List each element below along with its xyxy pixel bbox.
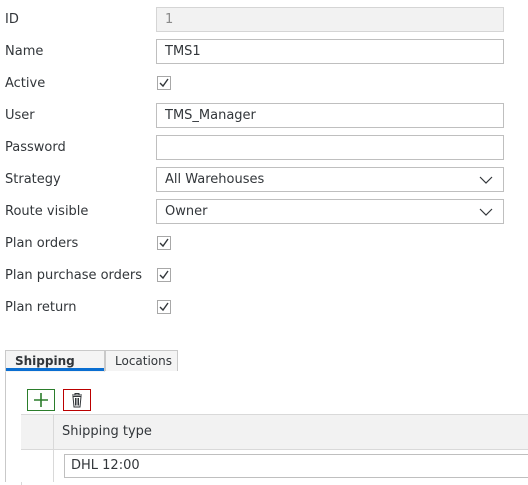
id-field: 1 <box>156 7 504 32</box>
name-row: Name TMS1 <box>0 38 528 66</box>
tab-bar: Shipping type Locations <box>5 350 528 388</box>
plan-orders-checkbox[interactable] <box>157 236 171 250</box>
password-label: Password <box>5 140 66 155</box>
route-visible-row: Route visible Owner <box>0 198 528 226</box>
route-visible-label: Route visible <box>5 204 89 219</box>
shipping-type-grid: Shipping type DHL 12:00 <box>21 414 528 485</box>
add-button[interactable] <box>27 389 55 411</box>
active-label: Active <box>5 76 46 91</box>
plan-return-row: Plan return <box>0 294 528 322</box>
active-checkbox[interactable] <box>157 76 171 90</box>
shipping-type-cell[interactable]: DHL 12:00 <box>64 454 528 478</box>
id-row: ID 1 <box>0 6 528 34</box>
password-row: Password <box>0 134 528 162</box>
trash-icon <box>72 393 82 408</box>
tab-shipping-type[interactable]: Shipping type <box>5 350 105 388</box>
id-label: ID <box>5 12 19 27</box>
grid-header: Shipping type <box>21 415 528 450</box>
name-field[interactable]: TMS1 <box>156 39 504 64</box>
user-row: User TMS_Manager <box>0 102 528 130</box>
delete-button[interactable] <box>63 389 91 411</box>
user-label: User <box>5 108 35 123</box>
strategy-select[interactable]: All Warehouses <box>156 167 504 192</box>
plan-return-checkbox[interactable] <box>157 300 171 314</box>
password-field[interactable] <box>156 135 504 160</box>
plan-purchase-orders-row: Plan purchase orders <box>0 262 528 290</box>
strategy-label: Strategy <box>5 172 61 187</box>
check-icon <box>159 78 169 88</box>
check-icon <box>159 238 169 248</box>
strategy-row: Strategy All Warehouses <box>0 166 528 194</box>
user-field[interactable]: TMS_Manager <box>156 103 504 128</box>
column-header-shipping-type: Shipping type <box>62 424 152 439</box>
active-row: Active <box>0 70 528 98</box>
plan-orders-row: Plan orders <box>0 230 528 258</box>
check-icon <box>159 302 169 312</box>
check-icon <box>159 270 169 280</box>
select-column-header <box>21 415 54 449</box>
shipping-type-panel: Shipping type DHL 12:00 <box>5 372 528 485</box>
tab-locations[interactable]: Locations <box>105 350 178 371</box>
name-label: Name <box>5 44 44 59</box>
plan-return-label: Plan return <box>5 300 77 315</box>
plan-purchase-orders-label: Plan purchase orders <box>5 268 143 283</box>
plus-icon <box>34 393 48 407</box>
chevron-down-icon[interactable] <box>479 205 493 219</box>
table-row[interactable]: DHL 12:00 <box>21 450 528 482</box>
route-visible-select[interactable]: Owner <box>156 199 504 224</box>
chevron-down-icon[interactable] <box>479 173 493 187</box>
plan-purchase-orders-checkbox[interactable] <box>157 268 171 282</box>
row-selector[interactable] <box>21 450 54 482</box>
plan-orders-label: Plan orders <box>5 236 79 251</box>
